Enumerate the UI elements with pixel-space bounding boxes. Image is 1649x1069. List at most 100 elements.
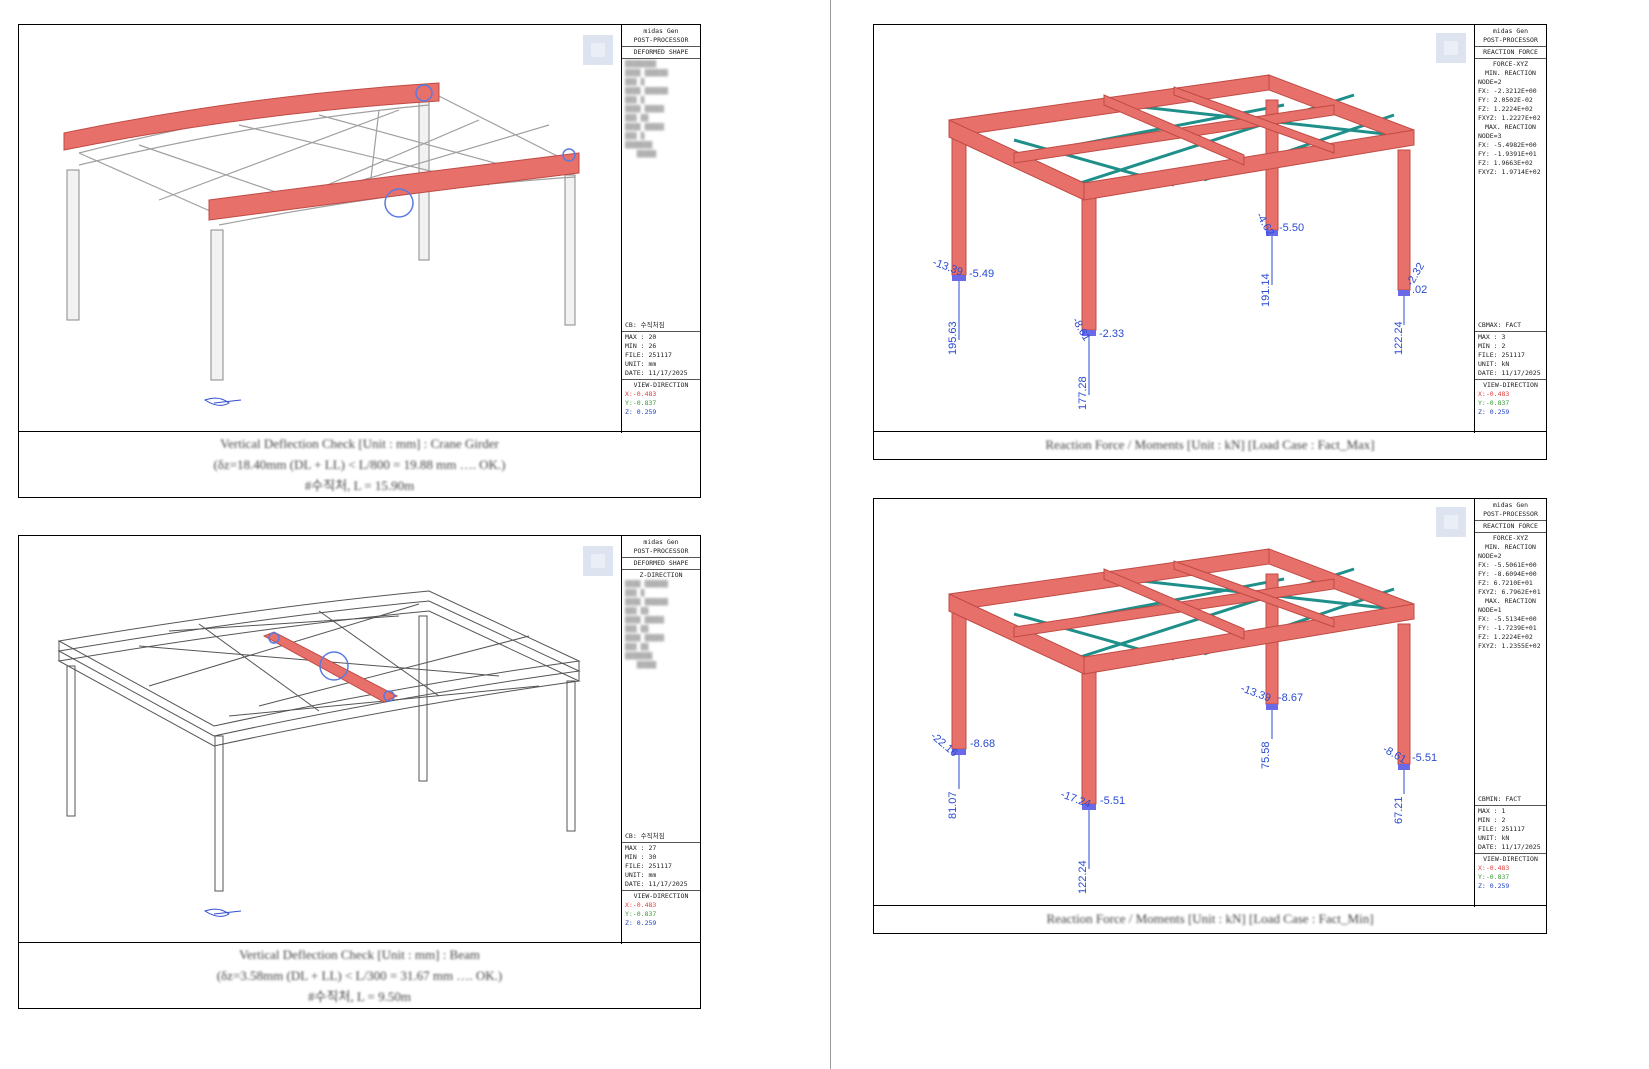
caption: Reaction Force / Moments [Unit : kN] [Lo… (874, 905, 1546, 933)
caption: Vertical Deflection Check [Unit : mm] : … (19, 431, 700, 497)
date: DATE: 11/17/2025 (625, 369, 688, 377)
label-d2: -5.51 (1412, 752, 1437, 764)
label-c3: 75.58 (1260, 741, 1272, 769)
label-c2: -5.50 (1279, 222, 1304, 234)
caption-line-2: (δz=18.40mm (DL + LL) < L/800 = 19.88 mm… (213, 457, 506, 472)
info-panel: midas Gen POST-PROCESSOR DEFORMED SHAPE … (621, 536, 700, 944)
max-reaction-title: MAX. REACTION (1485, 597, 1536, 605)
program-name: midas Gen (1492, 27, 1529, 35)
min-reaction-title: MIN. REACTION (1485, 543, 1536, 551)
view-cube-icon (583, 546, 613, 576)
program-name: midas Gen (1492, 501, 1529, 509)
load-combination: CBMIN: FACT (1478, 795, 1522, 803)
info-panel: midas Gen POST-PROCESSOR REACTION FORCE … (1474, 499, 1546, 907)
max-fx: FX: -5.5134E+00 (1478, 615, 1537, 623)
min-label: MIN : 2 (1478, 816, 1506, 824)
module-name: POST-PROCESSOR (633, 36, 689, 44)
max-node: MAX : 27 (625, 844, 657, 852)
reaction-labels: -13.39 -5.49 195.63 -8.61 -2.33 177.28 -… (931, 211, 1427, 411)
support-icons (952, 704, 1410, 810)
caption-line-3: #수직처, L = 9.50m (307, 989, 412, 1004)
view-y: Y:-0.837 (1478, 873, 1510, 881)
deflected-beam (262, 631, 399, 703)
program-name: midas Gen (643, 27, 679, 35)
caption-line-1: Reaction Force / Moments [Unit : kN] [Lo… (1046, 911, 1374, 926)
label-d2: .02 (1412, 284, 1427, 296)
view-x: X:-0.483 (625, 390, 657, 398)
model-view (57, 546, 613, 917)
view-direction-title: VIEW-DIRECTION (633, 892, 689, 900)
unit: UNIT: mm (625, 871, 657, 879)
min-node: MIN : 30 (625, 853, 657, 861)
unit: UNIT: kN (1478, 360, 1510, 368)
min-label: MIN : 2 (1478, 342, 1506, 350)
view-direction-title: VIEW-DIRECTION (1483, 855, 1538, 863)
view-direction-title: VIEW-DIRECTION (633, 381, 689, 389)
view-cube-icon (583, 35, 613, 65)
max-fxyz: FXYZ: 1.2355E+02 (1478, 642, 1541, 650)
max-fy: FY: -1.9391E+01 (1478, 150, 1537, 158)
program-name: midas Gen (643, 538, 679, 546)
reaction-labels: -22.16 -8.68 81.07 -17.24 -5.51 122.24 -… (928, 683, 1437, 894)
min-fz: FZ: 6.7210E+01 (1478, 579, 1533, 587)
caption: Vertical Deflection Check [Unit : mm] : … (19, 942, 700, 1008)
module-name: POST-PROCESSOR (1483, 510, 1538, 518)
module-name: POST-PROCESSOR (633, 547, 689, 555)
result-subtype: FORCE-XYZ (1492, 534, 1529, 542)
caption-line-1: Vertical Deflection Check [Unit : mm] : … (220, 436, 499, 451)
min-fx: FX: -2.3212E+00 (1478, 87, 1537, 95)
model-view: -22.16 -8.68 81.07 -17.24 -5.51 122.24 -… (928, 507, 1466, 894)
label-b3: 122.24 (1077, 860, 1089, 894)
view-x: X:-0.483 (1478, 864, 1510, 872)
label-c2: -8.67 (1278, 692, 1303, 704)
load-combination: CB: 수직처짐 (625, 832, 665, 840)
info-panel: midas Gen POST-PROCESSOR DEFORMED SHAPE … (621, 25, 700, 433)
caption-line-1: Reaction Force / Moments [Unit : kN] [Lo… (1045, 437, 1375, 452)
max-fxyz: FXYZ: 1.9714E+02 (1478, 168, 1541, 176)
min-node: NODE=2 (1478, 78, 1502, 86)
result-type: DEFORMED SHAPE (633, 559, 689, 567)
max-label: MAX : 3 (1478, 333, 1506, 341)
max-node: MAX : 20 (625, 333, 657, 341)
caption-line-1: Vertical Deflection Check [Unit : mm] : … (239, 947, 480, 962)
label-b3: 177.28 (1077, 376, 1089, 410)
view-y: Y:-0.837 (625, 910, 657, 918)
reaction-arrows (958, 710, 1405, 869)
file-name: FILE: 251117 (625, 351, 672, 359)
panel-beam-deflection: midas Gen POST-PROCESSOR DEFORMED SHAPE … (18, 535, 701, 1009)
min-fx: FX: -5.5061E+00 (1478, 561, 1537, 569)
view-z: Z: 0.259 (625, 408, 657, 416)
view-direction-title: VIEW-DIRECTION (1483, 381, 1538, 389)
label-a2: -8.68 (970, 738, 995, 750)
max-fz: FZ: 1.9663E+02 (1478, 159, 1533, 167)
result-type: REACTION FORCE (1483, 522, 1538, 530)
result-subtype: FORCE-XYZ (1492, 60, 1529, 68)
date: DATE: 11/17/2025 (1478, 369, 1541, 377)
date: DATE: 11/17/2025 (1478, 843, 1541, 851)
load-combination: CBMAX: FACT (1478, 321, 1522, 329)
min-fxyz: FXYZ: 6.7962E+01 (1478, 588, 1541, 596)
panel-reaction-min: -22.16 -8.68 81.07 -17.24 -5.51 122.24 -… (873, 498, 1547, 934)
file-name: FILE: 251117 (625, 862, 672, 870)
view-x: X:-0.483 (625, 901, 657, 909)
view-cube-icon (1436, 33, 1466, 63)
min-reaction-title: MIN. REACTION (1485, 69, 1536, 77)
max-label: MAX : 1 (1478, 807, 1506, 815)
max-node: NODE=3 (1478, 132, 1502, 140)
label-b2: -2.33 (1099, 328, 1124, 340)
label-a3: 81.07 (947, 791, 959, 819)
model-view: -13.39 -5.49 195.63 -8.61 -2.33 177.28 -… (931, 33, 1466, 411)
file-name: FILE: 251117 (1478, 351, 1525, 359)
blurred-settings: ▒▒▒▒▒▒▒▒ ▒▒▒▒ ▒▒▒▒▒▒ ▒▒▒ ▒ ▒▒▒▒ ▒▒▒▒▒▒ ▒▒▒ ▒… (625, 60, 669, 158)
unit: UNIT: mm (625, 360, 657, 368)
panel-crane-girder-deflection: midas Gen POST-PROCESSOR DEFORMED SHAPE … (18, 24, 701, 498)
result-subtype: Z-DIRECTION (639, 571, 683, 579)
blurred-settings: ▒▒▒▒ ▒▒▒▒▒▒ ▒▒▒ ▒ ▒▒▒▒ ▒▒▒▒▒▒ ▒▒▒ ▒▒ ▒▒▒▒ ▒▒… (625, 580, 669, 669)
label-d3: 122.24 (1393, 321, 1405, 355)
label-a3: 195.63 (947, 321, 959, 355)
file-name: FILE: 251117 (1478, 825, 1525, 833)
min-fy: FY: -8.6094E+00 (1478, 570, 1537, 578)
caption-line-3: #수직처, L = 15.90m (304, 478, 415, 493)
info-panel: midas Gen POST-PROCESSOR REACTION FORCE … (1474, 25, 1546, 433)
max-node: NODE=1 (1478, 606, 1502, 614)
